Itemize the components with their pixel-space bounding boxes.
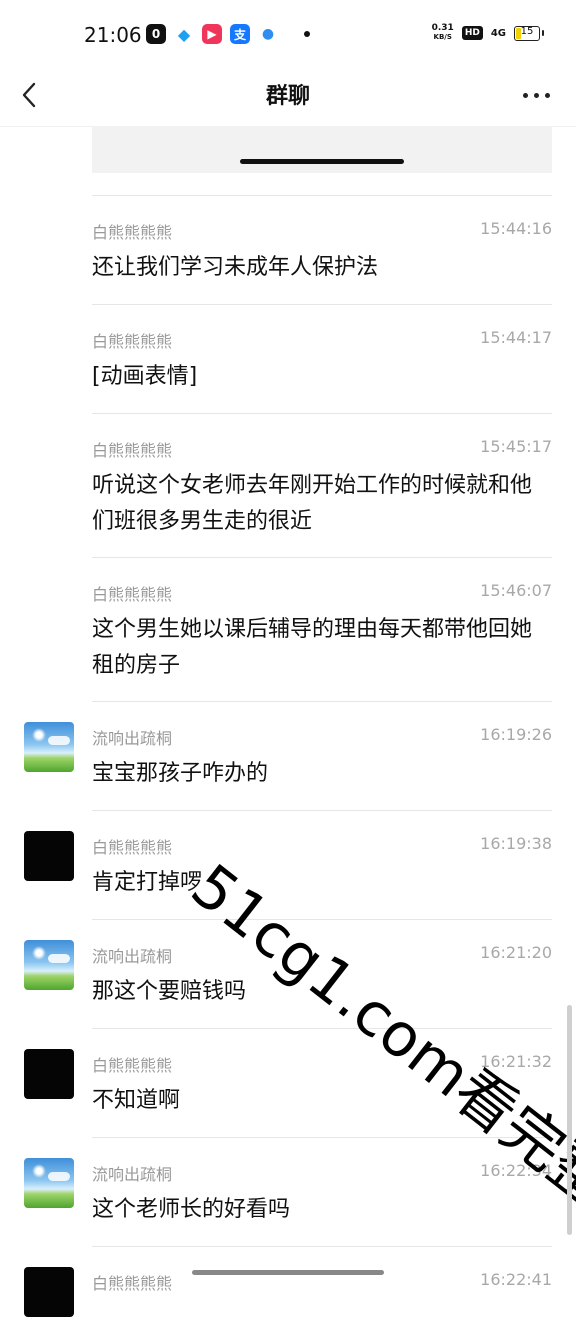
message-time: 15:44:17 xyxy=(480,328,552,347)
message-text: 这个老师长的好看吗 xyxy=(92,1197,291,1222)
avatar[interactable] xyxy=(24,831,74,881)
media-message-preview[interactable] xyxy=(92,126,552,173)
message-time: 15:44:16 xyxy=(480,219,552,238)
avatar[interactable] xyxy=(24,1049,74,1099)
message-item[interactable]: 白熊熊熊熊 15:44:17 [动画表情] xyxy=(0,305,576,414)
message-text: 还让我们学习未成年人保护法 xyxy=(92,255,379,280)
message-item[interactable]: 白熊熊熊熊 15:45:17 听说这个女老师去年刚开始工作的时候就和他们班很多男… xyxy=(0,414,576,558)
media-progress-bar xyxy=(240,159,404,164)
sender-name: 白熊熊熊熊 xyxy=(92,1056,173,1075)
status-right: 0.31 KB/S HD 4G 15 xyxy=(431,23,544,42)
battery-icon: 15 xyxy=(514,25,544,41)
sender-name: 白熊熊熊熊 xyxy=(92,332,173,351)
sender-name: 白熊熊熊熊 xyxy=(92,838,173,857)
scrollbar[interactable] xyxy=(567,1005,572,1235)
alipay-icon: 支 xyxy=(230,24,250,44)
status-bar: 21:06 0 ◆ ▶ 支 ● 0.31 KB/S HD 4G 15 xyxy=(0,0,576,64)
message-item[interactable]: 白熊熊熊熊 15:46:07 这个男生她以课后辅导的理由每天都带他回她租的房子 xyxy=(0,558,576,702)
message-item[interactable]: 流响出疏桐 16:22:34 这个老师长的好看吗 xyxy=(0,1138,576,1247)
sender-name: 白熊熊熊熊 xyxy=(92,441,173,460)
message-time: 16:21:20 xyxy=(480,943,552,962)
video-play-icon: ▶ xyxy=(202,24,222,44)
status-time: 21:06 xyxy=(84,23,142,47)
message-text: [动画表情] xyxy=(92,364,198,389)
hd-badge: HD xyxy=(461,26,483,40)
message-item[interactable]: 白熊熊熊熊 15:44:16 还让我们学习未成年人保护法 xyxy=(0,196,576,305)
message-text: 这个男生她以课后辅导的理由每天都带他回她租的房子 xyxy=(92,617,533,678)
sender-name: 流响出疏桐 xyxy=(92,1165,173,1184)
avatar[interactable] xyxy=(24,1267,74,1317)
message-text: 肯定打掉啰 xyxy=(92,870,203,895)
browser-icon: ● xyxy=(258,24,278,44)
message-item[interactable]: 流响出疏桐 16:19:26 宝宝那孩子咋办的 xyxy=(0,702,576,811)
message-text: 宝宝那孩子咋办的 xyxy=(92,761,269,786)
message-time: 15:46:07 xyxy=(480,581,552,600)
network-speed: 0.31 KB/S xyxy=(431,23,454,42)
message-time: 16:19:38 xyxy=(480,834,552,853)
more-notifications-dot-icon xyxy=(304,31,310,37)
nav-bar: 群聊 xyxy=(0,64,576,127)
sender-name: 白熊熊熊熊 xyxy=(92,1274,173,1293)
avatar[interactable] xyxy=(24,1158,74,1208)
message-text: 听说这个女老师去年刚开始工作的时候就和他们班很多男生走的很近 xyxy=(92,473,533,534)
avatar[interactable] xyxy=(24,940,74,990)
message-time: 15:45:17 xyxy=(480,437,552,456)
sender-name: 流响出疏桐 xyxy=(92,729,173,748)
qq-penguin-icon: ◆ xyxy=(174,24,194,44)
sender-name: 白熊熊熊熊 xyxy=(92,223,173,242)
more-dots-icon xyxy=(522,92,528,98)
message-time: 16:19:26 xyxy=(480,725,552,744)
app-icon-black: 0 xyxy=(146,24,166,44)
page-title: 群聊 xyxy=(265,84,310,109)
notification-icons: 0 ◆ ▶ 支 ● xyxy=(146,24,310,44)
sender-name: 白熊熊熊熊 xyxy=(92,585,173,604)
sender-name: 流响出疏桐 xyxy=(92,947,173,966)
home-indicator[interactable] xyxy=(192,1270,384,1275)
avatar[interactable] xyxy=(24,722,74,772)
more-options-button[interactable] xyxy=(518,80,554,110)
message-item[interactable]: 白熊熊熊熊 16:22:41 xyxy=(0,1247,576,1317)
signal-icon: 4G xyxy=(490,27,506,39)
